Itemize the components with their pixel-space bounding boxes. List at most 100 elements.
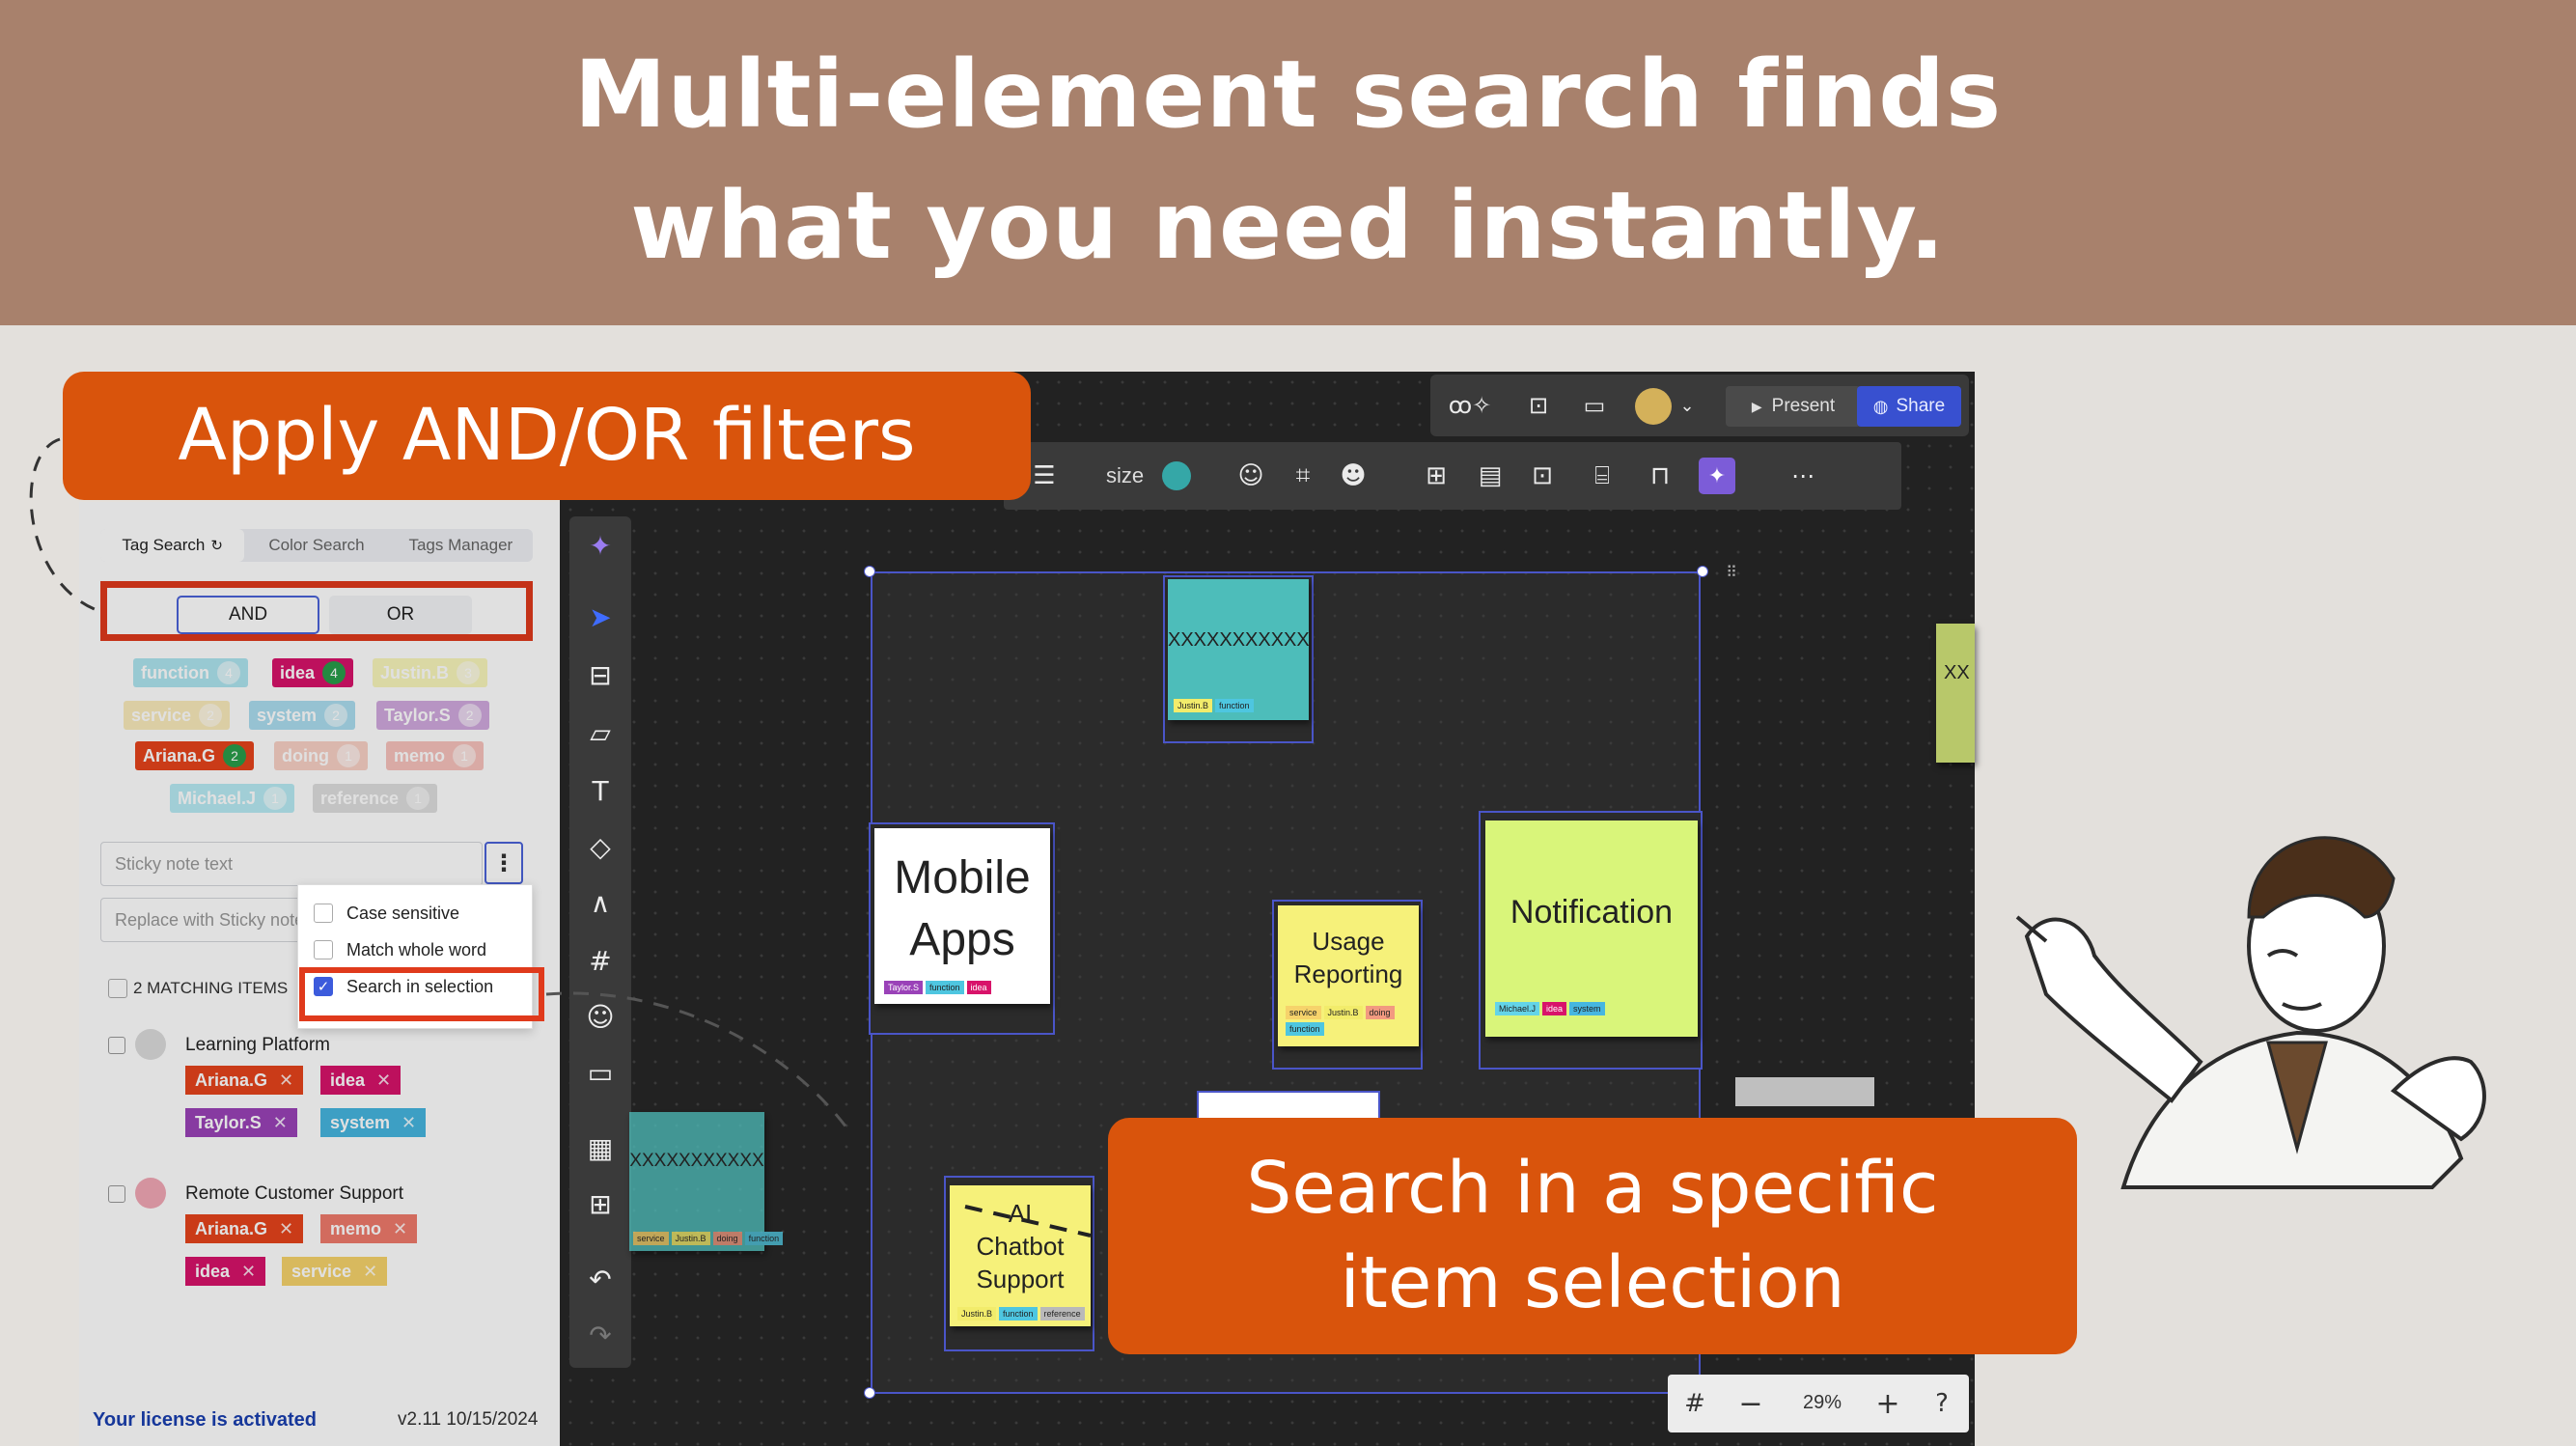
and-or-callout: Apply AND/OR filters bbox=[63, 372, 1031, 500]
selection-handle-tl[interactable] bbox=[864, 566, 875, 577]
sticky-note[interactable]: Notification Michael.J idea system bbox=[1485, 820, 1698, 1037]
video-icon[interactable]: ▭ bbox=[1575, 386, 1614, 425]
template-icon[interactable]: ⊟ bbox=[581, 655, 620, 694]
select-cursor-icon[interactable]: ➤ bbox=[581, 598, 620, 636]
align-icon[interactable]: ☰ bbox=[1025, 457, 1064, 495]
frame-icon[interactable]: # bbox=[581, 941, 620, 980]
remove-tag-icon[interactable]: ✕ bbox=[273, 1113, 288, 1133]
tab-tags-manager[interactable]: Tags Manager bbox=[389, 529, 533, 562]
reactions-icon[interactable]: ꝏ✧ bbox=[1440, 386, 1500, 425]
sticky-note[interactable]: XXXXXXXXXXX Justin.B function bbox=[1168, 579, 1310, 720]
search-input[interactable]: Sticky note text bbox=[100, 842, 483, 886]
layout-icon[interactable]: ⊞ bbox=[1417, 457, 1455, 495]
add-icon[interactable]: ⊞ bbox=[581, 1184, 620, 1223]
result-checkbox[interactable] bbox=[108, 1185, 125, 1203]
chevron-down-icon[interactable]: ⌄ bbox=[1676, 388, 1699, 423]
tag-chip[interactable]: Michael.J 1 bbox=[170, 784, 295, 813]
select-all-checkbox[interactable] bbox=[108, 979, 127, 998]
remove-tag-icon[interactable]: ✕ bbox=[279, 1219, 293, 1239]
zoom-level[interactable]: 29% bbox=[1784, 1392, 1861, 1414]
match-whole-word-checkbox[interactable] bbox=[314, 940, 333, 959]
frame-fit-icon[interactable]: ⊡ bbox=[1523, 457, 1562, 495]
result-tag[interactable]: Taylor.S ✕ bbox=[185, 1108, 297, 1137]
case-sensitive-checkbox[interactable] bbox=[314, 904, 333, 923]
drag-handle-icon[interactable]: ⠿ bbox=[1720, 560, 1743, 583]
result-checkbox[interactable] bbox=[108, 1037, 125, 1054]
pen-icon[interactable]: ∧ bbox=[581, 883, 620, 922]
help-icon[interactable]: ? bbox=[1923, 1384, 1961, 1423]
sticky-note[interactable]: Usage Reporting service Justin.B doing f… bbox=[1278, 905, 1419, 1046]
shapes-icon[interactable]: ◇ bbox=[581, 827, 620, 866]
paint-icon[interactable]: ⌸ bbox=[1583, 457, 1621, 495]
fit-to-screen-icon[interactable]: # bbox=[1676, 1384, 1714, 1423]
undo-icon[interactable]: ↶ bbox=[581, 1260, 620, 1298]
share-button[interactable]: ◍ Share bbox=[1857, 386, 1961, 427]
refresh-icon[interactable]: ↻ bbox=[210, 537, 223, 554]
align-left-icon[interactable]: ▤ bbox=[1471, 457, 1510, 495]
zoom-in-icon[interactable]: + bbox=[1869, 1384, 1907, 1423]
tag-icon[interactable]: ⌗ bbox=[1284, 457, 1322, 495]
ai-sparkle-icon[interactable]: ✦ bbox=[581, 526, 620, 565]
sticker-icon[interactable]: ☺ bbox=[581, 997, 620, 1036]
result-tag[interactable]: idea ✕ bbox=[320, 1066, 402, 1095]
case-sensitive-option[interactable]: Case sensitive bbox=[314, 899, 459, 928]
tag-chip[interactable]: function 4 bbox=[133, 658, 248, 687]
tag-chip[interactable]: service 2 bbox=[124, 701, 231, 730]
sticky-note[interactable]: XX bbox=[1936, 624, 1975, 763]
result-tag[interactable]: memo ✕ bbox=[320, 1214, 418, 1243]
result-tag[interactable]: system ✕ bbox=[320, 1108, 427, 1137]
tab-tag-search[interactable]: Tag Search ↻ bbox=[100, 529, 245, 562]
color-swatch[interactable] bbox=[1162, 461, 1191, 490]
zoom-out-icon[interactable]: − bbox=[1731, 1384, 1770, 1423]
tag-chip[interactable]: idea 4 bbox=[272, 658, 354, 687]
redo-icon[interactable]: ↷ bbox=[581, 1316, 620, 1354]
sticky-note[interactable]: XXXXXXXXXXX service Justin.B doing funct… bbox=[629, 1112, 784, 1251]
search-in-selection-option[interactable]: ✓ Search in selection bbox=[314, 972, 493, 1001]
remove-tag-icon[interactable]: ✕ bbox=[363, 1262, 377, 1282]
tag-chip[interactable]: Taylor.S 2 bbox=[376, 701, 489, 730]
size-label[interactable]: size bbox=[1106, 463, 1144, 488]
sticky-note-icon[interactable]: ▱ bbox=[581, 713, 620, 752]
selection-handle-bl[interactable] bbox=[864, 1387, 875, 1399]
match-whole-word-option[interactable]: Match whole word bbox=[314, 935, 486, 964]
remove-tag-icon[interactable]: ✕ bbox=[241, 1262, 256, 1282]
assign-user-icon[interactable]: ☺ bbox=[1232, 457, 1270, 495]
search-options-button[interactable]: ⋮ bbox=[485, 842, 523, 884]
remove-tag-icon[interactable]: ✕ bbox=[376, 1071, 391, 1091]
result-tag[interactable]: idea ✕ bbox=[185, 1257, 266, 1286]
avatar[interactable] bbox=[1635, 388, 1672, 425]
result-tag-label: idea bbox=[330, 1070, 366, 1090]
result-tag[interactable]: service ✕ bbox=[282, 1257, 388, 1286]
version-label: v2.11 10/15/2024 bbox=[398, 1409, 539, 1430]
comment-icon[interactable]: ▭ bbox=[581, 1053, 620, 1092]
tag-chip[interactable]: memo 1 bbox=[386, 741, 485, 770]
result-tag[interactable]: Ariana.G ✕ bbox=[185, 1214, 304, 1243]
apps-icon[interactable]: ▦ bbox=[581, 1128, 620, 1167]
emoji-icon[interactable]: ☻ bbox=[1334, 457, 1372, 495]
text-icon[interactable]: T bbox=[581, 771, 620, 810]
tag-chip[interactable]: doing 1 bbox=[274, 741, 368, 770]
ai-button[interactable]: ✦ bbox=[1699, 458, 1735, 494]
tag-chip[interactable]: system 2 bbox=[249, 701, 356, 730]
search-in-selection-checkbox[interactable]: ✓ bbox=[314, 977, 333, 996]
selection-handle-tr[interactable] bbox=[1697, 566, 1708, 577]
remove-tag-icon[interactable]: ✕ bbox=[393, 1219, 407, 1239]
more-icon[interactable]: ⋯ bbox=[1784, 457, 1822, 495]
and-button[interactable]: AND bbox=[177, 596, 319, 634]
matching-items[interactable]: 2 MATCHING ITEMS bbox=[108, 979, 288, 998]
tag-chip[interactable]: Justin.B 3 bbox=[373, 658, 488, 687]
tag-chip[interactable]: reference 1 bbox=[313, 784, 438, 813]
or-button[interactable]: OR bbox=[329, 596, 472, 634]
tag-count: 1 bbox=[453, 744, 477, 767]
tag-chip[interactable]: Ariana.G 2 bbox=[135, 741, 255, 770]
sticky-note[interactable]: AI Chatbot Support Justin.B function ref… bbox=[950, 1185, 1091, 1326]
remove-tag-icon[interactable]: ✕ bbox=[279, 1071, 293, 1091]
result-tag[interactable]: Ariana.G ✕ bbox=[185, 1066, 304, 1095]
activity-icon[interactable]: ⊡ bbox=[1519, 386, 1558, 425]
tab-color-search[interactable]: Color Search bbox=[244, 529, 388, 562]
result-tag-label: idea bbox=[195, 1261, 231, 1281]
present-button[interactable]: ▶ Present bbox=[1726, 386, 1861, 427]
sticky-note[interactable]: Mobile Apps Taylor.S function idea bbox=[874, 828, 1050, 1004]
lock-icon[interactable]: ⊓ bbox=[1641, 457, 1679, 495]
remove-tag-icon[interactable]: ✕ bbox=[402, 1113, 416, 1133]
